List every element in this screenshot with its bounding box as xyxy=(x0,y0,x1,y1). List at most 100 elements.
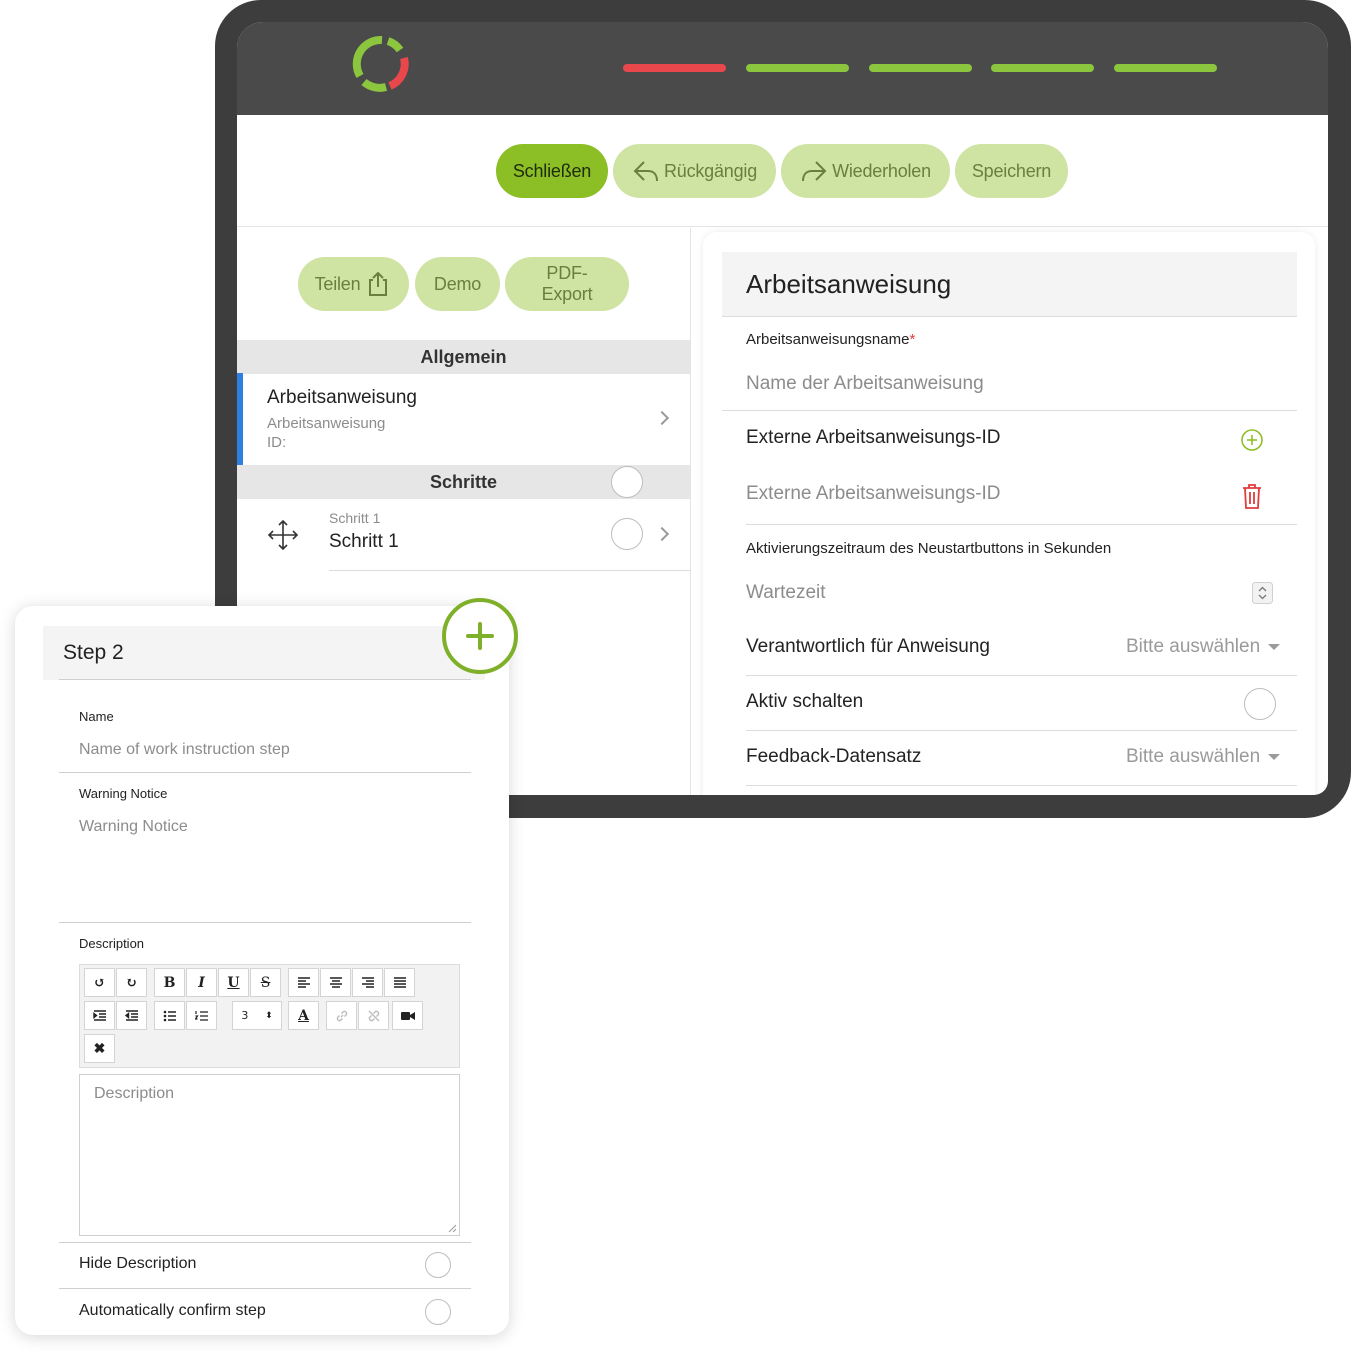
step-card: Step 2 Name Name of work instruction ste… xyxy=(15,606,509,1335)
undo-arrow-icon xyxy=(633,161,658,182)
redo-button-label: Wiederholen xyxy=(832,160,931,181)
responsible-select-value: Bitte auswählen xyxy=(1126,636,1261,657)
caret-down-icon xyxy=(1268,754,1281,760)
clear-format-icon[interactable]: ✖ xyxy=(84,1034,115,1063)
divider xyxy=(59,922,471,923)
app-logo-icon xyxy=(352,35,409,92)
feedback-select[interactable]: Bitte auswählen xyxy=(1126,746,1281,768)
steps-toggle-radio[interactable] xyxy=(611,466,643,498)
restart-period-label: Aktivierungszeitraum des Neustartbuttons… xyxy=(746,540,1112,557)
chevron-right-icon xyxy=(654,410,670,426)
move-handle-icon[interactable] xyxy=(267,519,299,551)
align-right-icon[interactable] xyxy=(352,968,383,997)
share-button-label: Teilen xyxy=(314,273,361,294)
numbered-list-icon[interactable] xyxy=(186,1001,217,1030)
step-name-input[interactable]: Name of work instruction step xyxy=(79,741,290,759)
font-color-button[interactable]: A xyxy=(288,1001,319,1030)
align-justify-icon[interactable] xyxy=(384,968,415,997)
share-button[interactable]: Teilen xyxy=(298,257,409,311)
required-mark: * xyxy=(909,331,916,348)
redo-button[interactable]: Wiederholen xyxy=(781,144,950,198)
progress-segment xyxy=(746,64,849,72)
section-general: Allgemein xyxy=(237,340,690,374)
description-label: Description xyxy=(79,936,145,951)
redo-icon[interactable]: ↻ xyxy=(116,968,147,997)
undo-button[interactable]: Rückgängig xyxy=(613,144,776,198)
instruction-list-item[interactable]: Arbeitsanweisung Arbeitsanweisung ID: xyxy=(237,373,690,465)
align-left-icon[interactable] xyxy=(288,968,319,997)
save-button[interactable]: Speichern xyxy=(955,144,1068,198)
section-steps-label: Schritte xyxy=(429,471,498,492)
caret-down-icon xyxy=(1268,644,1281,650)
italic-button[interactable]: I xyxy=(186,968,217,997)
divider xyxy=(59,1242,471,1243)
auto-confirm-label: Automatically confirm step xyxy=(79,1302,266,1319)
progress-segment xyxy=(623,64,726,72)
chevron-right-icon xyxy=(654,526,670,542)
demo-button-label: Demo xyxy=(433,273,482,294)
divider xyxy=(746,675,1297,676)
demo-button[interactable]: Demo xyxy=(415,257,500,311)
hide-description-label: Hide Description xyxy=(79,1255,197,1272)
pdf-export-button-label: PDF-Export xyxy=(541,263,593,304)
step-list-item[interactable]: Schritt 1 Schritt 1 xyxy=(237,499,691,571)
divider xyxy=(59,772,471,773)
strikethrough-button[interactable]: S xyxy=(250,968,281,997)
indent-icon[interactable] xyxy=(84,1001,115,1030)
external-id-input[interactable]: Externe Arbeitsanweisungs-ID xyxy=(746,483,1001,505)
progress-segment xyxy=(869,64,972,72)
form-title-text: Arbeitsanweisung xyxy=(746,268,952,299)
hide-description-radio[interactable] xyxy=(425,1252,451,1278)
trash-icon[interactable] xyxy=(1240,482,1264,510)
add-step-icon[interactable] xyxy=(442,598,518,674)
auto-confirm-radio[interactable] xyxy=(425,1299,451,1325)
description-editor[interactable]: Description xyxy=(79,1074,460,1236)
bullet-list-icon[interactable] xyxy=(154,1001,185,1030)
close-button[interactable]: Schließen xyxy=(496,144,608,198)
step-item-small: Schritt 1 xyxy=(329,510,381,526)
step-card-title-text: Step 2 xyxy=(63,641,124,664)
section-general-label: Allgemein xyxy=(420,346,507,367)
undo-button-label: Rückgängig xyxy=(663,160,758,181)
divider xyxy=(59,679,471,680)
font-size-select[interactable]: 3 ⬍ xyxy=(232,1001,282,1030)
number-stepper-icon[interactable] xyxy=(1252,582,1273,604)
bold-button[interactable]: B xyxy=(154,968,185,997)
external-id-label: Externe Arbeitsanweisungs-ID xyxy=(746,427,1001,448)
divider xyxy=(329,570,691,571)
pdf-export-button[interactable]: PDF-Export xyxy=(505,257,629,311)
outdent-icon[interactable] xyxy=(116,1001,147,1030)
save-button-label: Speichern xyxy=(971,160,1052,181)
add-circle-icon[interactable] xyxy=(1240,428,1264,452)
warning-notice-label: Warning Notice xyxy=(79,786,168,801)
step-item-title: Schritt 1 xyxy=(329,531,399,552)
active-toggle-radio[interactable] xyxy=(1244,688,1276,720)
font-size-value: 3 xyxy=(241,1009,249,1022)
align-center-icon[interactable] xyxy=(320,968,351,997)
divider xyxy=(59,1288,471,1289)
name-input[interactable]: Name der Arbeitsanweisung xyxy=(746,373,984,395)
instruction-form: Arbeitsanweisung Arbeitsanweisungsname* … xyxy=(703,232,1315,795)
rich-text-toolbar: ↺ ↻ B I U S 3 ⬍ A ✖ xyxy=(79,964,460,1068)
share-icon xyxy=(369,271,388,296)
sub-toolbar: Teilen Demo PDF-Export xyxy=(237,228,690,340)
responsible-label: Verantwortlich für Anweisung xyxy=(746,636,990,657)
divider xyxy=(722,316,1297,317)
step-select-radio[interactable] xyxy=(611,518,643,550)
resize-handle-icon[interactable] xyxy=(447,1223,457,1233)
responsible-select[interactable]: Bitte auswählen xyxy=(1126,636,1281,658)
wait-time-input[interactable]: Wartezeit xyxy=(746,582,826,604)
divider xyxy=(746,524,1297,525)
progress-segment xyxy=(1114,64,1217,72)
video-icon[interactable] xyxy=(392,1001,423,1030)
close-button-label: Schließen xyxy=(512,160,592,181)
link-icon[interactable] xyxy=(326,1001,357,1030)
form-title: Arbeitsanweisung xyxy=(722,252,1297,316)
undo-icon[interactable]: ↺ xyxy=(84,968,115,997)
underline-button[interactable]: U xyxy=(218,968,249,997)
name-field-label: Arbeitsanweisungsname* xyxy=(746,331,915,348)
description-placeholder: Description xyxy=(94,1085,175,1102)
unlink-icon[interactable] xyxy=(358,1001,389,1030)
warning-notice-input[interactable]: Warning Notice xyxy=(79,818,188,836)
instruction-item-title: Arbeitsanweisung xyxy=(267,387,417,408)
